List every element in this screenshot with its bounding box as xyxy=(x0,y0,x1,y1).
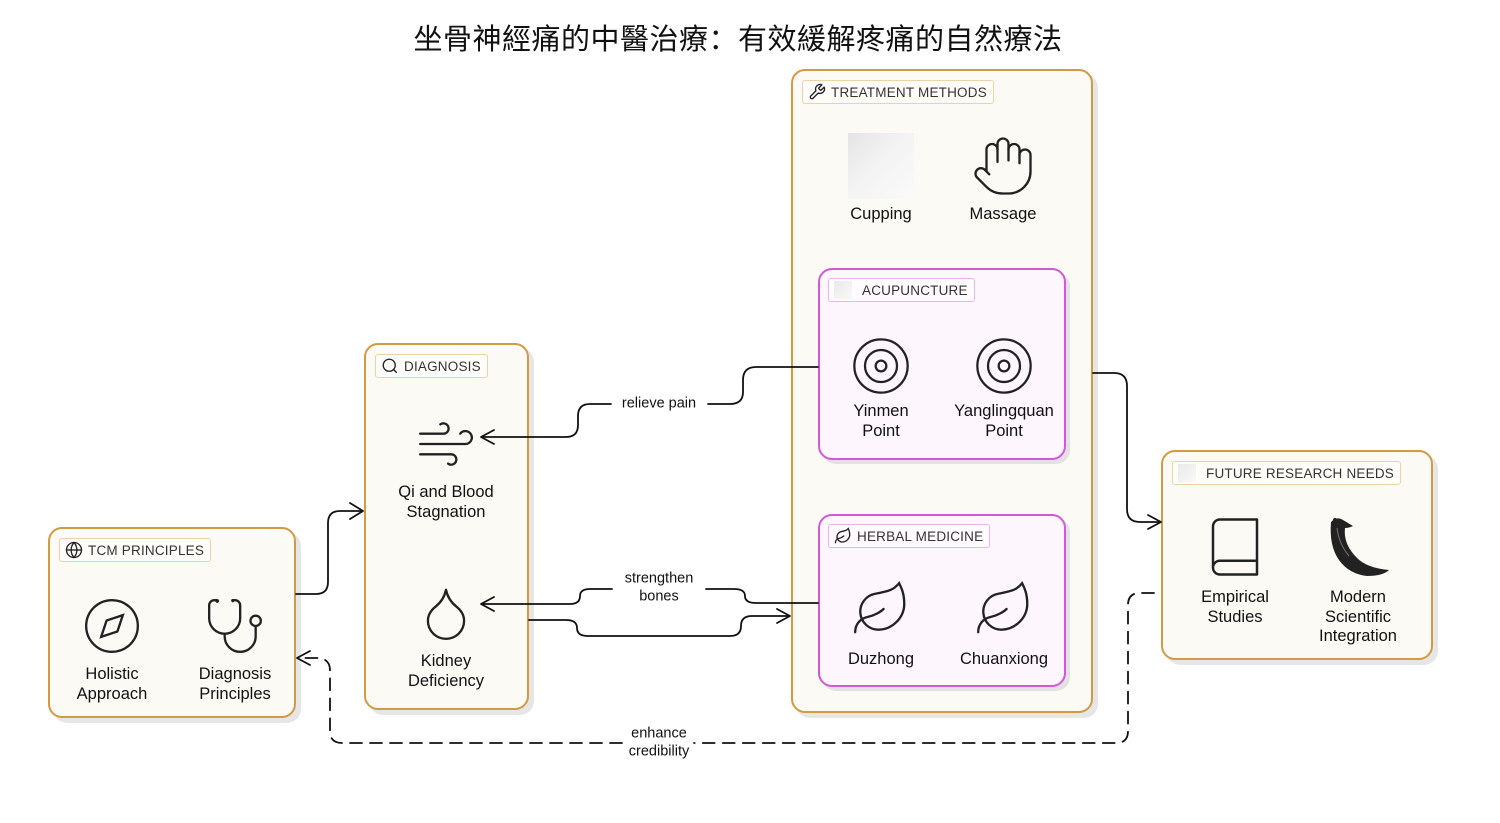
edge-diagnosis-to-treatment[interactable] xyxy=(528,608,791,637)
edge-research-to-tcm[interactable] xyxy=(296,592,1155,744)
edge-label-enhance-credibility: enhance credibility xyxy=(624,725,694,761)
edge-label-relieve-pain: relieve pain xyxy=(617,395,701,413)
edge-treatment-to-research[interactable] xyxy=(1092,372,1162,530)
edge-label-strengthen-bones: strengthen bones xyxy=(620,570,698,606)
edge-tcm-to-diagnosis[interactable] xyxy=(295,502,364,595)
edges-layer xyxy=(295,366,1162,744)
